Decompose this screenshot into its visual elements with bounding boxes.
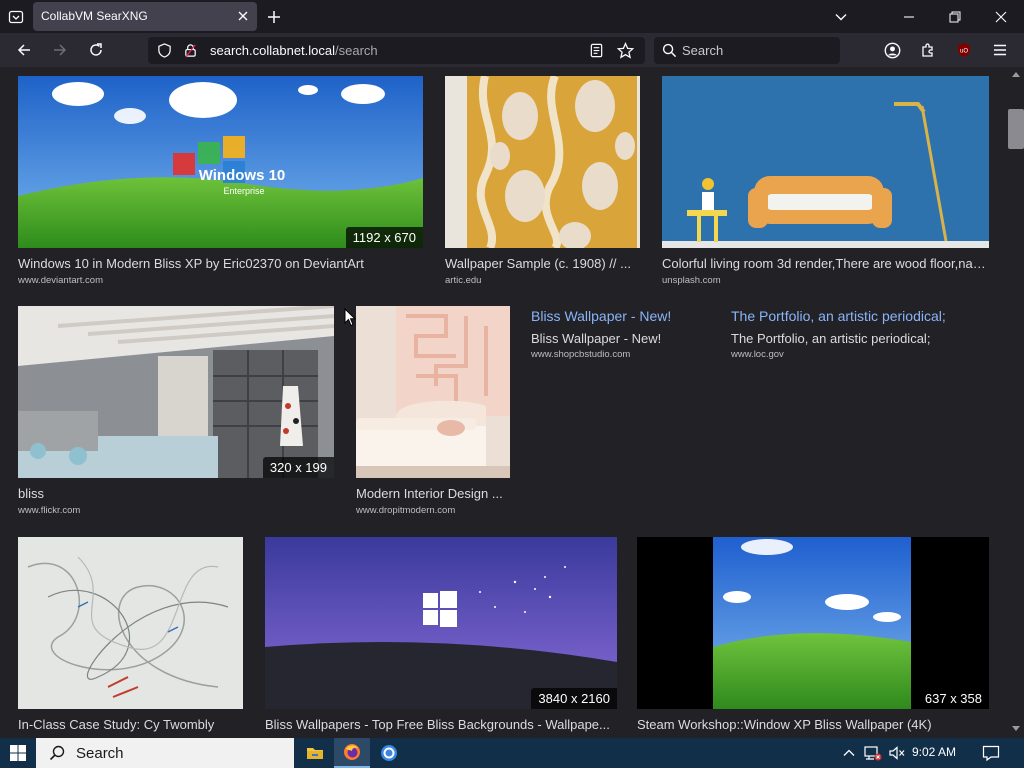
result-source: www.flickr.com (18, 505, 81, 516)
result-thumbnail[interactable] (445, 76, 640, 248)
minimize-icon[interactable] (886, 0, 932, 33)
image-result[interactable]: Modern Interior Design ... www.dropitmod… (356, 306, 510, 521)
reload-icon[interactable] (84, 39, 108, 61)
reader-view-icon[interactable] (589, 43, 604, 58)
result-subtitle: The Portfolio, an artistic periodical; (731, 331, 931, 346)
result-title-link[interactable]: The Portfolio, an artistic periodical; (731, 308, 946, 324)
page-scrollbar[interactable] (1008, 67, 1024, 738)
chrome-icon[interactable] (371, 738, 407, 768)
thumbnail-subtext: Enterprise (223, 186, 264, 196)
url-text: search.collabnet.local/search (210, 43, 378, 58)
image-result[interactable]: 637 x 358 Steam Workshop::Window XP Blis… (637, 537, 989, 737)
shield-icon[interactable] (157, 43, 172, 58)
result-source: unsplash.com (662, 275, 721, 286)
window-close-icon[interactable] (978, 0, 1024, 33)
scroll-thumb[interactable] (1008, 109, 1024, 149)
mouse-cursor-icon (344, 308, 356, 327)
chevron-down-icon[interactable] (818, 0, 864, 33)
url-bar[interactable]: search.collabnet.local/search (148, 37, 645, 64)
result-caption[interactable]: bliss (18, 486, 334, 501)
result-caption[interactable]: Modern Interior Design ... (356, 486, 510, 501)
text-result[interactable]: The Portfolio, an artistic periodical; T… (731, 306, 1001, 366)
result-source: www.deviantart.com (18, 275, 104, 286)
result-thumbnail[interactable] (662, 76, 989, 248)
tab-bar: CollabVM SearXNG (0, 0, 1024, 33)
result-thumbnail[interactable] (18, 537, 243, 709)
plus-icon[interactable] (264, 7, 284, 27)
search-icon (662, 43, 677, 58)
result-subtitle: Bliss Wallpaper - New! (531, 331, 662, 346)
search-bar[interactable]: Search (654, 37, 840, 64)
notification-icon[interactable] (982, 744, 1000, 762)
image-result[interactable]: 3840 x 2160 Bliss Wallpapers - Top Free … (265, 537, 617, 737)
result-thumbnail[interactable]: 3840 x 2160 (265, 537, 617, 709)
result-caption[interactable]: Wallpaper Sample (c. 1908) // ... (445, 256, 640, 271)
url-host: search.collabnet.local (210, 43, 336, 58)
result-thumbnail[interactable]: Windows 10 Enterprise 1192 x 670 (18, 76, 423, 248)
tab-list-icon[interactable] (5, 6, 27, 28)
result-thumbnail[interactable]: 637 x 358 (637, 537, 989, 709)
search-placeholder: Search (682, 43, 724, 58)
image-result[interactable]: 320 x 199 bliss www.flickr.com (18, 306, 334, 521)
forward-arrow-icon[interactable] (48, 39, 72, 61)
result-thumbnail[interactable] (356, 306, 510, 478)
image-result[interactable]: Colorful living room 3d render,There are… (662, 76, 989, 291)
result-caption[interactable]: In-Class Case Study: Cy Twombly (18, 717, 243, 732)
scroll-up-icon[interactable] (1012, 71, 1020, 77)
result-caption[interactable]: Bliss Wallpapers - Top Free Bliss Backgr… (265, 717, 617, 732)
resolution-badge: 1192 x 670 (345, 227, 423, 248)
volume-muted-icon[interactable] (888, 744, 906, 762)
result-title-link[interactable]: Bliss Wallpaper - New! (531, 308, 671, 324)
resolution-badge: 320 x 199 (262, 457, 334, 478)
restore-icon[interactable] (932, 0, 978, 33)
account-icon[interactable] (880, 39, 904, 61)
resolution-badge: 637 x 358 (917, 688, 989, 709)
windows-start-icon[interactable] (0, 738, 36, 768)
image-result[interactable]: In-Class Case Study: Cy Twombly (18, 537, 243, 737)
network-icon[interactable] (864, 744, 882, 762)
taskbar-search-label: Search (76, 745, 124, 762)
firefox-icon[interactable] (334, 738, 370, 768)
navigation-bar: search.collabnet.local/search Search uO (0, 33, 1024, 67)
result-caption[interactable]: Colorful living room 3d render,There are… (662, 256, 989, 271)
lock-icon[interactable] (183, 43, 198, 58)
taskbar-clock[interactable]: 9:02 AM (912, 745, 956, 759)
star-icon[interactable] (617, 42, 634, 59)
back-arrow-icon[interactable] (12, 39, 36, 61)
hamburger-menu-icon[interactable] (988, 39, 1012, 61)
tab-searxng[interactable]: CollabVM SearXNG (33, 2, 257, 31)
result-source: artic.edu (445, 275, 482, 286)
search-icon (49, 745, 65, 761)
ublock-icon[interactable]: uO (952, 39, 976, 61)
taskbar: Search 9:02 AM (0, 738, 1024, 768)
extensions-icon[interactable] (916, 39, 940, 61)
svg-text:uO: uO (960, 49, 968, 55)
url-path: /search (335, 43, 378, 58)
tab-title: CollabVM SearXNG (41, 9, 148, 23)
taskbar-search-box[interactable]: Search (36, 738, 294, 768)
result-thumbnail[interactable]: 320 x 199 (18, 306, 334, 478)
resolution-badge: 3840 x 2160 (531, 688, 617, 709)
chevron-up-icon[interactable] (840, 744, 858, 762)
result-caption[interactable]: Steam Workshop::Window XP Bliss Wallpape… (637, 717, 989, 732)
result-source: www.dropitmodern.com (356, 505, 456, 516)
result-source: www.loc.gov (731, 349, 784, 360)
scroll-down-icon[interactable] (1012, 726, 1020, 732)
file-explorer-icon[interactable] (297, 738, 333, 768)
thumbnail-text: Windows 10 (199, 167, 286, 184)
text-result[interactable]: Bliss Wallpaper - New! Bliss Wallpaper -… (531, 306, 721, 366)
close-icon[interactable] (235, 8, 251, 24)
image-result[interactable]: Windows 10 Enterprise 1192 x 670 Windows… (18, 76, 423, 291)
result-source: www.shopcbstudio.com (531, 349, 631, 360)
results-area: Windows 10 Enterprise 1192 x 670 Windows… (0, 67, 1024, 738)
image-result[interactable]: Wallpaper Sample (c. 1908) // ... artic.… (445, 76, 640, 291)
result-caption[interactable]: Windows 10 in Modern Bliss XP by Eric023… (18, 256, 423, 271)
